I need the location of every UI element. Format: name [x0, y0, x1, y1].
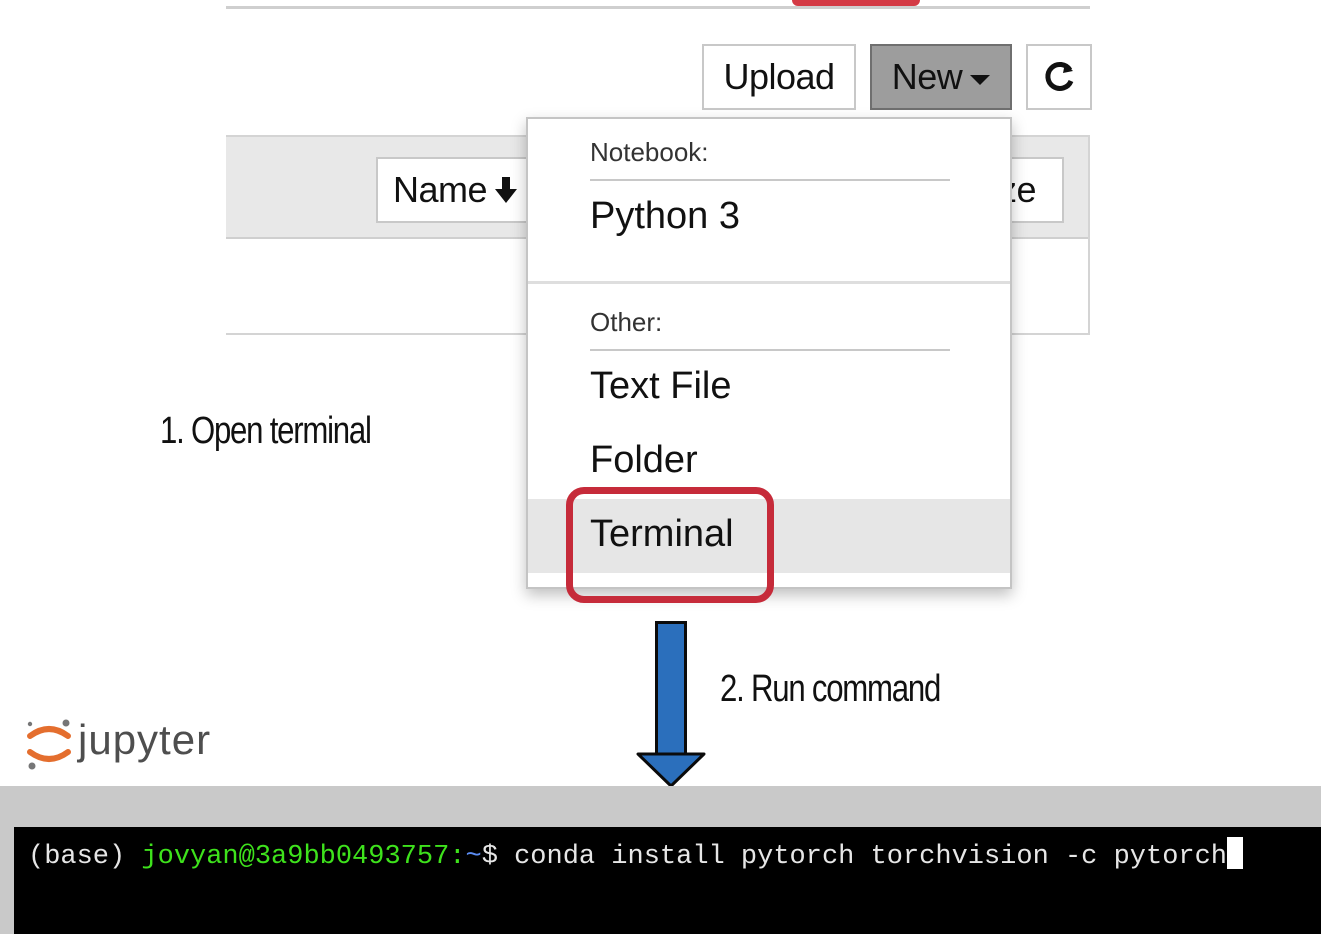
down-arrow-icon — [636, 752, 706, 788]
menu-item-python3[interactable]: Python 3 — [590, 195, 740, 238]
step2-annotation: 2. Run command — [720, 668, 941, 710]
name-header-label: Name — [392, 169, 488, 210]
conda-env: (base) — [28, 842, 126, 872]
menu-rule — [590, 179, 950, 181]
menu-item-text-file[interactable]: Text File — [590, 365, 731, 408]
upload-button[interactable]: Upload — [702, 44, 856, 110]
caret-down-icon — [970, 75, 991, 85]
menu-rule — [590, 349, 950, 351]
new-dropdown-button[interactable]: New — [870, 44, 1012, 110]
arrow-down-icon — [495, 177, 518, 203]
sort-by-name-button[interactable]: Name — [376, 157, 536, 223]
terminal-prompt-symbol: $ — [481, 842, 498, 872]
menu-item-folder[interactable]: Folder — [590, 439, 698, 482]
terminal-command: conda install pytorch torchvision -c pyt… — [514, 842, 1228, 872]
new-button-label: New — [891, 56, 963, 97]
terminal-cursor — [1227, 837, 1244, 869]
down-arrow-shaft — [655, 621, 687, 757]
terminal-user-host: jovyan@3a9bb0493757 — [141, 842, 450, 872]
step1-annotation: 1. Open terminal — [160, 410, 372, 452]
page-divider — [226, 6, 1090, 9]
notebook-section-label: Notebook: — [590, 137, 709, 167]
upload-button-label: Upload — [723, 56, 835, 97]
terminal-cwd: ~ — [465, 842, 482, 872]
terminal-window[interactable]: (base) jovyan@3a9bb0493757:~$ conda inst… — [14, 827, 1321, 934]
menu-divider — [528, 281, 1010, 284]
refresh-button[interactable] — [1026, 44, 1092, 110]
jupyter-logo-text: jupyter — [78, 716, 212, 763]
other-section-label: Other: — [590, 307, 663, 337]
refresh-icon — [1045, 62, 1074, 91]
terminal-path-sep: : — [449, 842, 466, 872]
terminal-highlight-box — [566, 487, 774, 603]
terminal-prompt-line: (base) jovyan@3a9bb0493757:~$ conda inst… — [28, 837, 1244, 872]
